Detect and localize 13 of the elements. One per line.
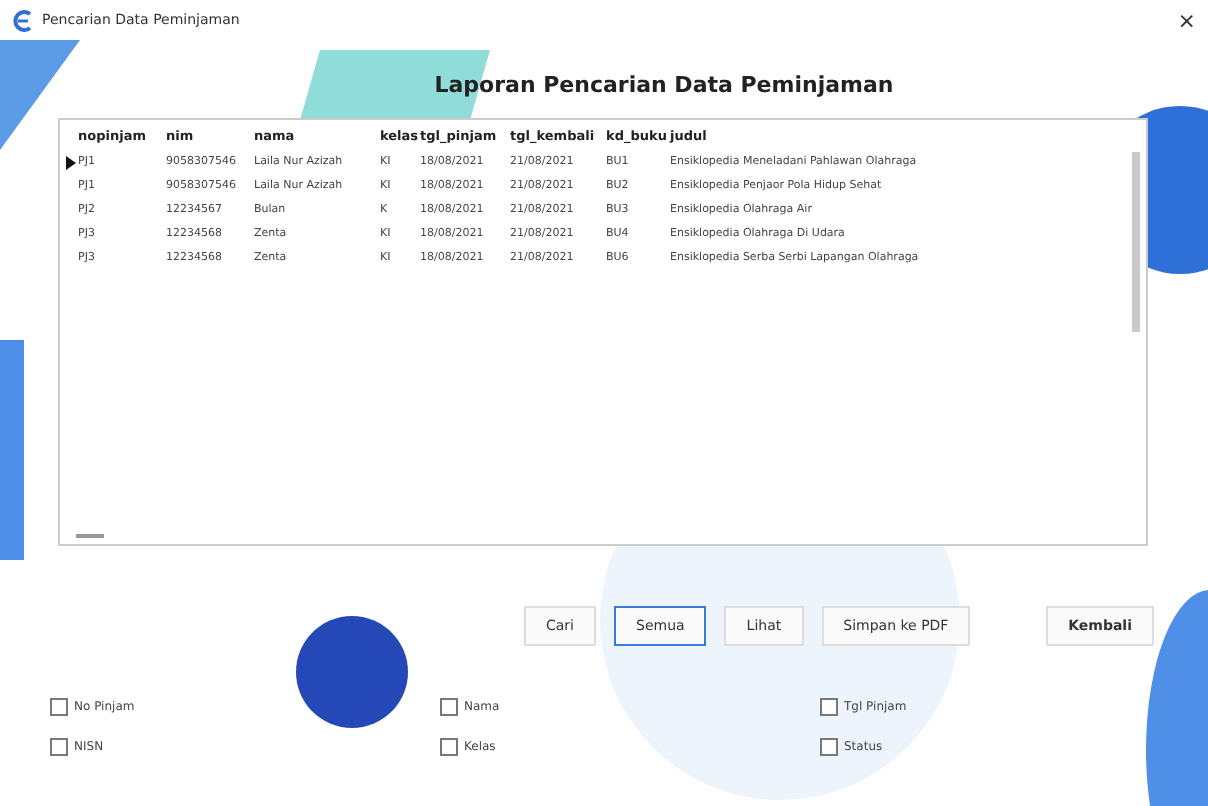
report-heading: Laporan Pencarian Data Peminjaman — [434, 72, 894, 98]
scrollbar[interactable] — [1132, 152, 1140, 332]
checkbox[interactable] — [820, 698, 838, 716]
checkbox[interactable] — [50, 738, 68, 756]
scrollbar[interactable] — [76, 534, 104, 538]
checkbox[interactable] — [440, 738, 458, 756]
checkbox[interactable] — [50, 698, 68, 716]
app-icon — [12, 9, 34, 31]
checkbox[interactable] — [440, 698, 458, 716]
checkbox[interactable] — [820, 738, 838, 756]
close-button[interactable]: × — [1177, 7, 1196, 33]
background-shape — [0, 40, 80, 150]
background-shape — [296, 616, 408, 728]
